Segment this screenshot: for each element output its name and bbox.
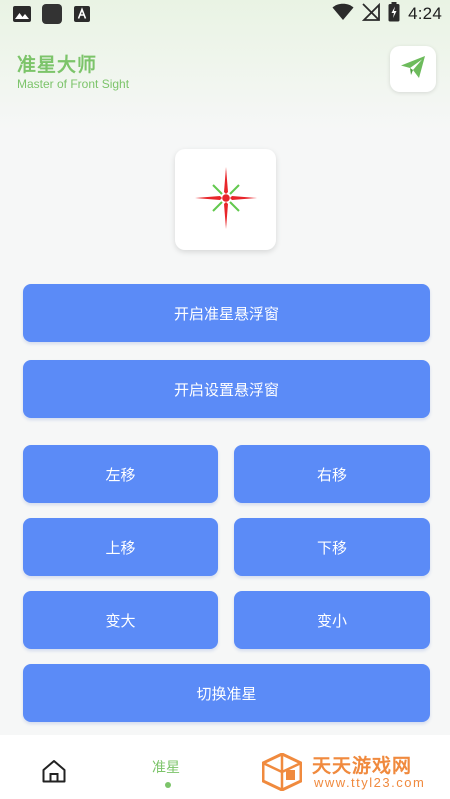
app-square-icon [42, 4, 62, 24]
crosshair-icon [191, 163, 261, 237]
open-settings-window-button[interactable]: 开启设置悬浮窗 [23, 360, 430, 418]
app-header: 准星大师 Master of Front Sight [0, 44, 450, 104]
home-icon [41, 759, 67, 787]
share-button[interactable] [390, 46, 436, 92]
move-left-button[interactable]: 左移 [23, 445, 218, 503]
status-bar: 4:24 [0, 0, 450, 28]
bottom-nav: 准星 天天游戏网 www.ttyl23.com [0, 735, 450, 799]
app-root: 4:24 准星大师 Master of Front Sight 开启准星悬浮窗 … [0, 0, 450, 799]
watermark-title: 天天游戏网 [312, 755, 413, 777]
shrink-button[interactable]: 变小 [234, 591, 430, 649]
move-down-button[interactable]: 下移 [234, 518, 430, 576]
crosshair-preview [175, 149, 276, 250]
watermark-logo-icon [262, 753, 302, 791]
enlarge-button[interactable]: 变大 [23, 591, 218, 649]
watermark-url: www.ttyl23.com [314, 775, 426, 790]
wifi-icon [332, 3, 354, 25]
image-icon [12, 4, 32, 24]
status-left-icons [12, 4, 92, 24]
nav-active-indicator [165, 782, 171, 788]
battery-charging-icon [388, 2, 400, 26]
move-up-button[interactable]: 上移 [23, 518, 218, 576]
app-subtitle: Master of Front Sight [17, 77, 130, 91]
open-crosshair-window-button[interactable]: 开启准星悬浮窗 [23, 284, 430, 342]
status-right-icons: 4:24 [332, 2, 442, 26]
app-title: 准星大师 [17, 54, 98, 76]
signal-off-icon [361, 2, 381, 25]
move-right-button[interactable]: 右移 [234, 445, 430, 503]
status-time: 4:24 [408, 4, 442, 23]
nav-crosshair-tab[interactable]: 准星 [152, 757, 180, 777]
switch-crosshair-button[interactable]: 切换准星 [23, 664, 430, 722]
watermark: 天天游戏网 www.ttyl23.com [262, 751, 432, 791]
text-a-icon [72, 4, 92, 24]
send-icon [400, 55, 426, 83]
nav-home-tab[interactable] [40, 759, 68, 787]
